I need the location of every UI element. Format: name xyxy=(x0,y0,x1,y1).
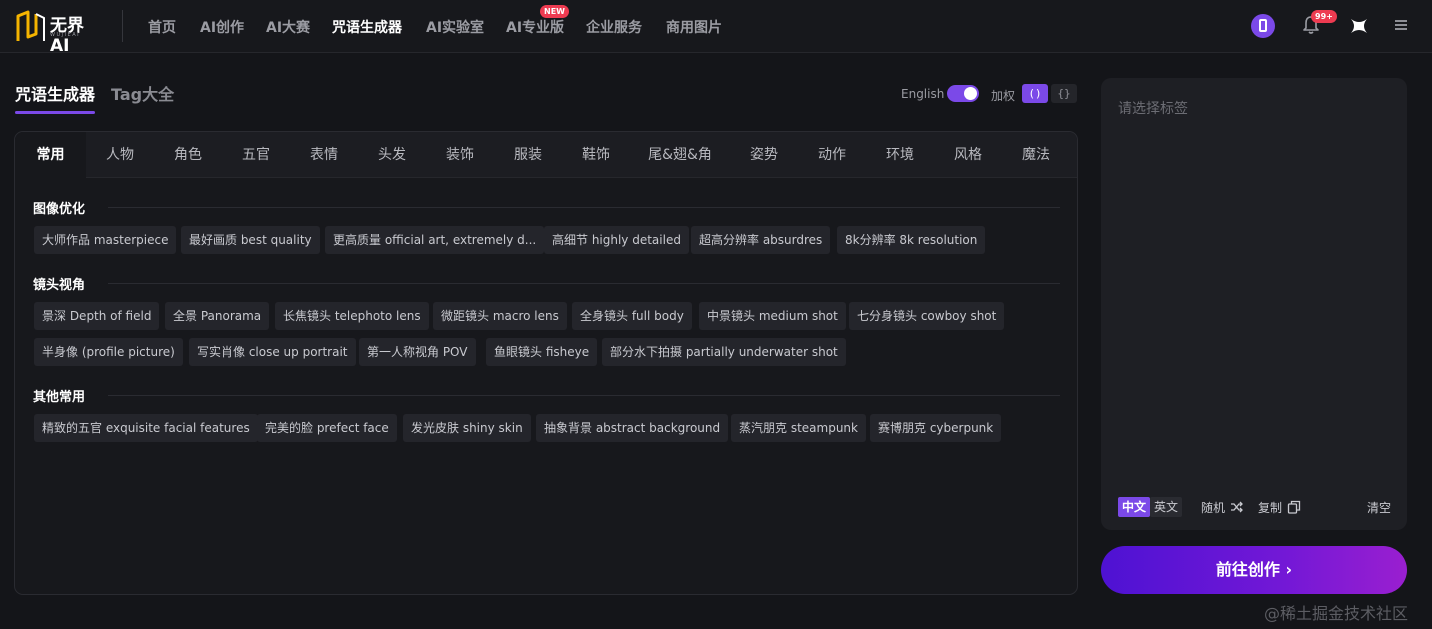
mobile-app-icon[interactable] xyxy=(1251,14,1275,38)
nav-item-prompt-generator[interactable]: 咒语生成器 xyxy=(332,17,402,37)
tag-chip[interactable]: 高细节 highly detailed xyxy=(544,226,689,254)
user-avatar-icon[interactable] xyxy=(1350,18,1368,34)
watermark: @稀土掘金技术社区 xyxy=(1264,604,1409,623)
tag-chip[interactable]: 中景镜头 medium shot xyxy=(699,302,846,330)
new-badge: NEW xyxy=(540,5,569,18)
tag-chip[interactable]: 8k分辨率 8k resolution xyxy=(837,226,986,254)
tag-panel: 常用 人物 角色 五官 表情 头发 装饰 服装 鞋饰 尾&翅&角 姿势 动作 环… xyxy=(14,131,1078,595)
nav-item-ai-lab[interactable]: AI实验室 xyxy=(426,17,484,37)
category-tab-person[interactable]: 人物 xyxy=(86,132,154,178)
tag-chip[interactable]: 最好画质 best quality xyxy=(181,226,320,254)
nav-item-ai-contest[interactable]: AI大赛 xyxy=(266,17,310,37)
tag-chip[interactable]: 赛博朋克 cyberpunk xyxy=(870,414,1002,442)
weight-curly-bracket-button[interactable]: {} xyxy=(1051,84,1077,103)
tag-chip[interactable]: 蒸汽朋克 steampunk xyxy=(731,414,866,442)
menu-icon[interactable] xyxy=(1395,19,1407,31)
random-button[interactable]: 随机 xyxy=(1201,499,1225,516)
shuffle-icon[interactable] xyxy=(1230,500,1244,514)
clear-button[interactable]: 清空 xyxy=(1367,499,1391,516)
prompt-placeholder: 请选择标签 xyxy=(1118,101,1188,117)
tag-chip[interactable]: 全景 Panorama xyxy=(165,302,270,330)
tag-chip[interactable]: 半身像 (profile picture) xyxy=(34,338,183,366)
section-title-camera-view: 镜头视角 xyxy=(33,278,86,293)
logo[interactable]: 无界AI WUJIEAI xyxy=(16,10,100,56)
category-tab-shoes[interactable]: 鞋饰 xyxy=(562,132,630,178)
go-create-button[interactable]: 前往创作 › xyxy=(1101,546,1407,594)
tag-chip[interactable]: 大师作品 masterpiece xyxy=(34,226,177,254)
tag-chip[interactable]: 第一人称视角 POV xyxy=(359,338,476,366)
category-tab-expression[interactable]: 表情 xyxy=(290,132,358,178)
tag-chip[interactable]: 完美的脸 prefect face xyxy=(257,414,397,442)
section-title-other-common: 其他常用 xyxy=(33,390,86,405)
logo-subtext: WUJIEAI xyxy=(50,32,81,38)
logo-mark-icon xyxy=(16,10,45,41)
tag-chip[interactable]: 鱼眼镜头 fisheye xyxy=(486,338,598,366)
tag-chip[interactable]: 精致的五官 exquisite facial features xyxy=(34,414,258,442)
tag-chip[interactable]: 长焦镜头 telephoto lens xyxy=(275,302,429,330)
category-tab-role[interactable]: 角色 xyxy=(154,132,222,178)
nav-item-ai-create[interactable]: AI创作 xyxy=(200,17,244,37)
tag-chip[interactable]: 七分身镜头 cowboy shot xyxy=(849,302,1005,330)
category-tab-tail-wing-horn[interactable]: 尾&翅&角 xyxy=(630,132,730,178)
nav-divider xyxy=(122,10,123,42)
tag-chip[interactable]: 微距镜头 macro lens xyxy=(433,302,567,330)
section-title-image-optimization: 图像优化 xyxy=(33,202,86,217)
tag-chip[interactable]: 全身镜头 full body xyxy=(572,302,692,330)
notification-badge: 99+ xyxy=(1311,10,1337,23)
category-tab-action[interactable]: 动作 xyxy=(798,132,866,178)
category-tab-clothing[interactable]: 服装 xyxy=(494,132,562,178)
tag-chip[interactable]: 写实肖像 close up portrait xyxy=(189,338,356,366)
top-nav: 无界AI WUJIEAI 首页 AI创作 AI大赛 咒语生成器 AI实验室 AI… xyxy=(0,0,1432,56)
active-tab-underline xyxy=(15,111,95,114)
copy-icon[interactable] xyxy=(1287,500,1301,514)
tag-chip[interactable]: 更高质量 official art, extremely d... xyxy=(325,226,545,254)
lang-en-button[interactable]: 英文 xyxy=(1150,497,1183,517)
category-tab-magic[interactable]: 魔法 xyxy=(1002,132,1070,178)
weight-round-bracket-button[interactable]: () xyxy=(1022,84,1048,103)
english-toggle[interactable] xyxy=(947,85,979,102)
tab-prompt-generator[interactable]: 咒语生成器 xyxy=(15,81,95,105)
category-tab-accessories[interactable]: 装饰 xyxy=(426,132,494,178)
tab-tag-library[interactable]: Tag大全 xyxy=(111,81,174,105)
tag-chip[interactable]: 发光皮肤 shiny skin xyxy=(403,414,531,442)
category-tab-pose[interactable]: 姿势 xyxy=(730,132,798,178)
section-divider xyxy=(108,395,1060,396)
nav-item-enterprise[interactable]: 企业服务 xyxy=(586,17,642,37)
prompt-output-box[interactable]: 请选择标签 中文 英文 随机 复制 清空 xyxy=(1101,78,1407,530)
category-bar: 常用 人物 角色 五官 表情 头发 装饰 服装 鞋饰 尾&翅&角 姿势 动作 环… xyxy=(15,132,1077,178)
lang-cn-button[interactable]: 中文 xyxy=(1118,497,1151,517)
prompt-language-switch[interactable]: 中文 英文 xyxy=(1118,497,1183,517)
category-tab-environment[interactable]: 环境 xyxy=(866,132,934,178)
weight-label: 加权 xyxy=(991,89,1016,103)
tag-chip[interactable]: 抽象背景 abstract background xyxy=(536,414,729,442)
category-tab-common[interactable]: 常用 xyxy=(15,132,86,178)
category-tab-hair[interactable]: 头发 xyxy=(358,132,426,178)
nav-item-home[interactable]: 首页 xyxy=(148,17,176,37)
tag-chip[interactable]: 超高分辨率 absurdres xyxy=(691,226,831,254)
english-toggle-label: English xyxy=(901,87,945,101)
nav-item-commercial-images[interactable]: 商用图片 xyxy=(666,17,722,37)
category-tab-style[interactable]: 风格 xyxy=(934,132,1002,178)
section-divider xyxy=(108,207,1060,208)
copy-button[interactable]: 复制 xyxy=(1258,499,1282,516)
tag-chip[interactable]: 部分水下拍摄 partially underwater shot xyxy=(602,338,846,366)
nav-item-ai-pro[interactable]: AI专业版 xyxy=(506,17,564,37)
tag-chip[interactable]: 景深 Depth of field xyxy=(34,302,160,330)
category-tab-facial-features[interactable]: 五官 xyxy=(222,132,290,178)
section-divider xyxy=(108,283,1060,284)
